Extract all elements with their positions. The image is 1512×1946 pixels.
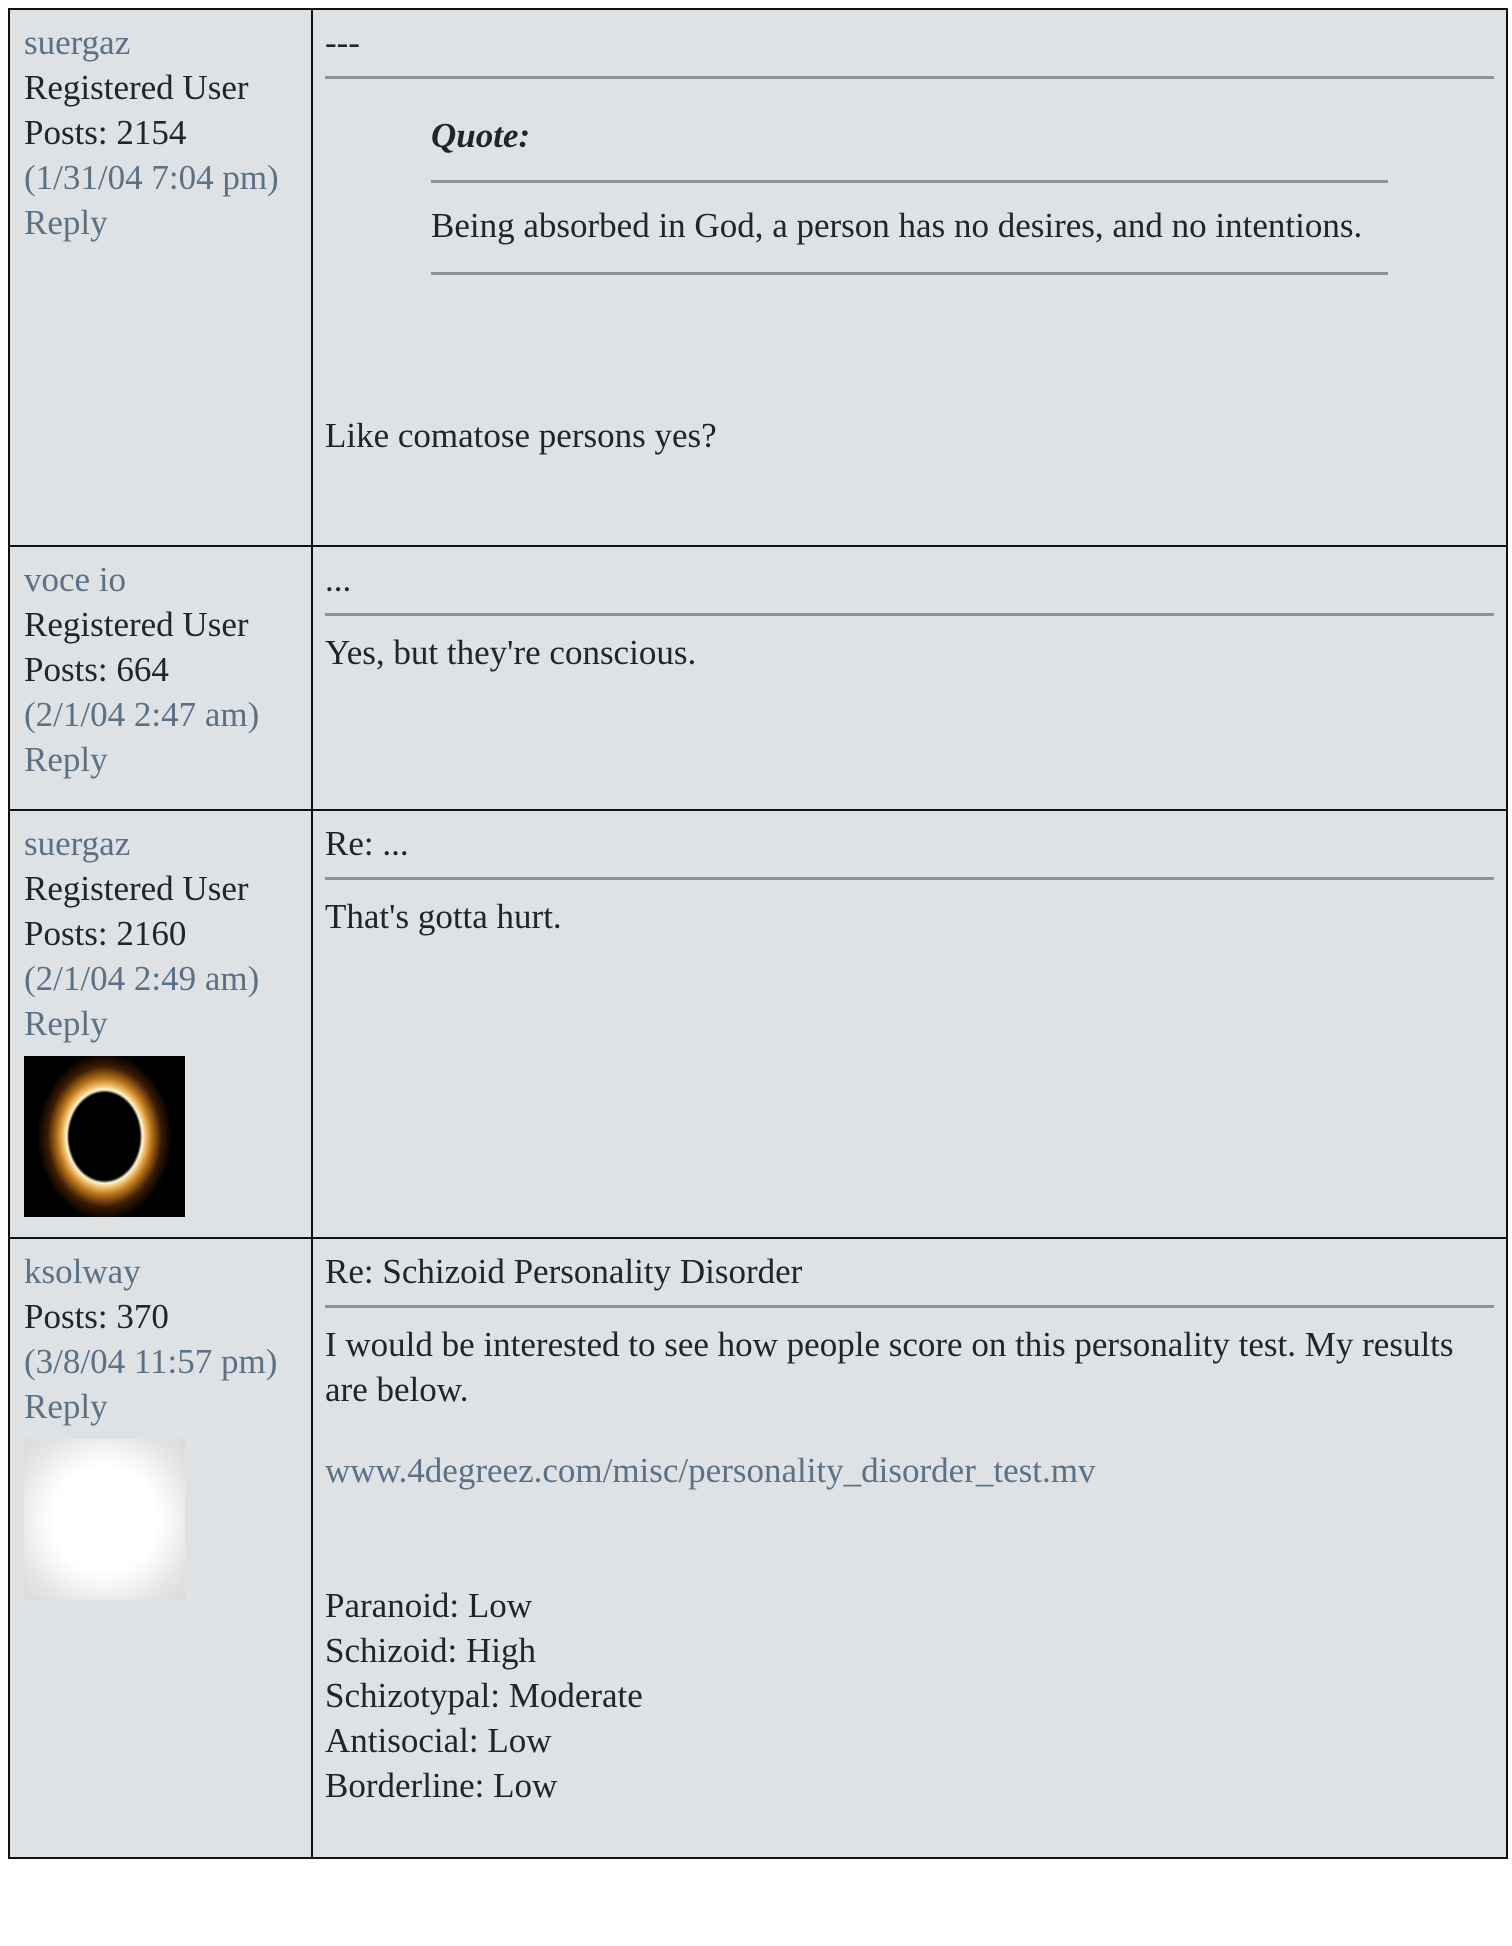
post-subject: ... — [325, 560, 352, 599]
post-row: suergaz Registered User Posts: 2160 (2/1… — [8, 809, 1508, 1239]
result-line: Antisocial: Low — [325, 1721, 552, 1760]
post-subject: Re: ... — [325, 824, 409, 863]
result-line: Borderline: Low — [325, 1766, 558, 1805]
post-author-cell: ksolway Posts: 370 (3/8/04 11:57 pm) Rep… — [8, 1237, 313, 1859]
result-line: Schizotypal: Moderate — [325, 1676, 643, 1715]
author-name-link[interactable]: voce io — [24, 557, 297, 602]
quote-block: Quote: Being absorbed in God, a person h… — [431, 113, 1388, 275]
quote-text: Being absorbed in God, a person has no d… — [431, 206, 1363, 245]
author-role: Registered User — [24, 68, 249, 107]
post-subject: Re: Schizoid Personality Disorder — [325, 1252, 803, 1291]
post-subject: --- — [325, 23, 360, 62]
glow-avatar-image — [24, 1439, 185, 1600]
forum-thread-table: suergaz Registered User Posts: 2154 (1/3… — [8, 8, 1508, 1859]
author-post-count: Posts: 2154 — [24, 113, 187, 152]
post-row: ksolway Posts: 370 (3/8/04 11:57 pm) Rep… — [8, 1237, 1508, 1859]
post-timestamp-link[interactable]: (3/8/04 11:57 pm) — [24, 1339, 297, 1384]
post-row: suergaz Registered User Posts: 2154 (1/3… — [8, 8, 1508, 547]
eclipse-avatar-image — [24, 1056, 185, 1217]
subject-divider — [325, 1305, 1494, 1308]
post-author-cell: suergaz Registered User Posts: 2154 (1/3… — [8, 8, 313, 547]
author-post-count: Posts: 2160 — [24, 914, 187, 953]
post-author-cell: suergaz Registered User Posts: 2160 (2/1… — [8, 809, 313, 1239]
post-timestamp-link[interactable]: (2/1/04 2:47 am) — [24, 692, 297, 737]
subject-divider — [325, 877, 1494, 880]
reply-link[interactable]: Reply — [24, 1384, 297, 1429]
reply-link[interactable]: Reply — [24, 737, 297, 782]
post-body-text: Yes, but they're conscious. — [325, 633, 697, 672]
result-line: Schizoid: High — [325, 1631, 536, 1670]
post-body-cell: Re: Schizoid Personality Disorder I woul… — [311, 1237, 1508, 1859]
author-role: Registered User — [24, 869, 249, 908]
post-body-cell: Re: ... That's gotta hurt. — [311, 809, 1508, 1239]
post-timestamp-link[interactable]: (2/1/04 2:49 am) — [24, 956, 297, 1001]
post-body-text: I would be interested to see how people … — [325, 1325, 1454, 1409]
author-name-link[interactable]: ksolway — [24, 1249, 297, 1294]
author-name-link[interactable]: suergaz — [24, 20, 297, 65]
post-body-cell: ... Yes, but they're conscious. — [311, 545, 1508, 811]
post-body-text: That's gotta hurt. — [325, 897, 562, 936]
results-list: Paranoid: Low Schizoid: High Schizotypal… — [325, 1583, 1494, 1808]
post-body-cell: --- Quote: Being absorbed in God, a pers… — [311, 8, 1508, 547]
author-name-link[interactable]: suergaz — [24, 821, 297, 866]
subject-divider — [325, 76, 1494, 79]
quote-title: Quote: — [431, 116, 531, 155]
post-author-cell: voce io Registered User Posts: 664 (2/1/… — [8, 545, 313, 811]
post-timestamp-link[interactable]: (1/31/04 7:04 pm) — [24, 155, 297, 200]
post-row: voce io Registered User Posts: 664 (2/1/… — [8, 545, 1508, 811]
result-line: Paranoid: Low — [325, 1586, 533, 1625]
reply-link[interactable]: Reply — [24, 1001, 297, 1046]
author-role: Registered User — [24, 605, 249, 644]
author-post-count: Posts: 664 — [24, 650, 169, 689]
subject-divider — [325, 613, 1494, 616]
post-body-text: Like comatose persons yes? — [325, 416, 717, 455]
personality-test-link[interactable]: www.4degreez.com/misc/personality_disord… — [325, 1448, 1494, 1493]
author-post-count: Posts: 370 — [24, 1297, 169, 1336]
reply-link[interactable]: Reply — [24, 200, 297, 245]
